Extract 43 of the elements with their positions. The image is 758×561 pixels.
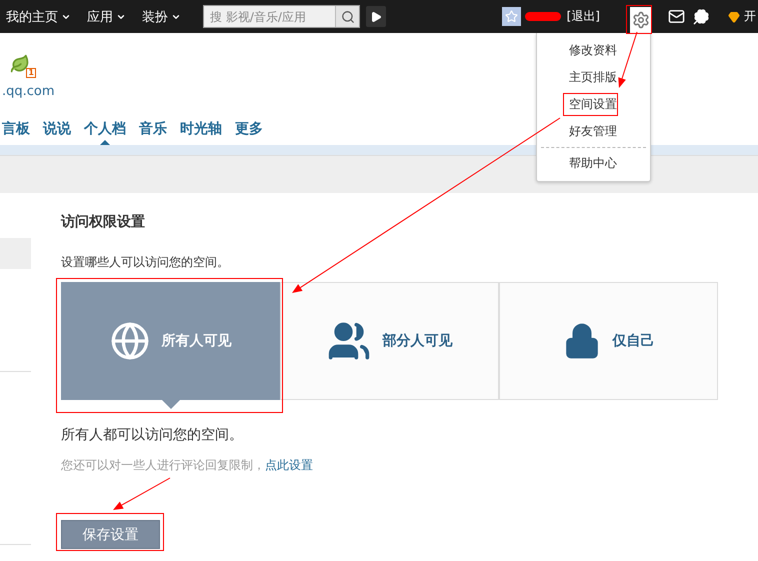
selection-pointer	[160, 399, 180, 409]
avatar-icon[interactable]	[502, 7, 521, 26]
nav-tab[interactable]: 说说	[43, 120, 71, 145]
mail-icon[interactable]	[668, 8, 685, 25]
logout-link[interactable]: [退出]	[566, 8, 600, 25]
search-input[interactable]: 搜 影视/音乐/应用	[204, 10, 335, 24]
hint-text: 您还可以对一些人进行评论回复限制，点此设置	[61, 457, 314, 474]
nav-tab[interactable]: 时光轴	[180, 120, 222, 145]
menu-item[interactable]: 好友管理	[537, 118, 650, 145]
vip-link[interactable]: 开	[744, 8, 756, 25]
nav-tab[interactable]: 言板	[2, 120, 30, 145]
nav-tab[interactable]: 音乐	[139, 120, 167, 145]
profile-url[interactable]: .qq.com	[2, 84, 55, 99]
annotation-arrow	[113, 478, 170, 510]
menu-item[interactable]: 帮助中心	[537, 150, 650, 177]
section-title: 访问权限设置	[61, 213, 146, 231]
nav-tab[interactable]: 更多	[235, 120, 263, 145]
top-menu[interactable]: 装扮	[142, 8, 181, 26]
menu-item[interactable]: 空间设置	[561, 91, 620, 118]
settings-link[interactable]: 点此设置	[265, 458, 313, 472]
search-button[interactable]	[335, 6, 359, 27]
search-icon	[340, 10, 354, 24]
access-option[interactable]: 部分人可见	[280, 282, 499, 400]
redaction-mark	[524, 12, 561, 21]
top-menu[interactable]: 我的主页	[6, 8, 71, 26]
highlight-frame	[626, 5, 652, 34]
menu-item[interactable]: 主页排版	[537, 64, 650, 91]
top-menu[interactable]: 应用	[87, 8, 126, 26]
settings-button[interactable]	[630, 7, 652, 33]
annotation-arrow	[618, 32, 638, 88]
leaf-icon	[10, 54, 30, 74]
search-field[interactable]: 搜 影视/音乐/应用	[203, 5, 360, 28]
access-description: 所有人都可以访问您的空间。	[61, 426, 244, 444]
clover-icon[interactable]	[693, 8, 710, 25]
save-button[interactable]: 保存设置	[61, 520, 160, 549]
menu-item[interactable]: 修改资料	[537, 37, 650, 64]
globe-icon	[110, 321, 150, 361]
access-option[interactable]: 仅自己	[499, 282, 718, 400]
level-badge: 1	[26, 68, 36, 78]
play-icon	[370, 10, 382, 22]
section-subtitle: 设置哪些人可以访问您的空间。	[61, 254, 230, 271]
diamond-icon[interactable]	[728, 10, 740, 22]
play-button[interactable]	[366, 6, 386, 27]
